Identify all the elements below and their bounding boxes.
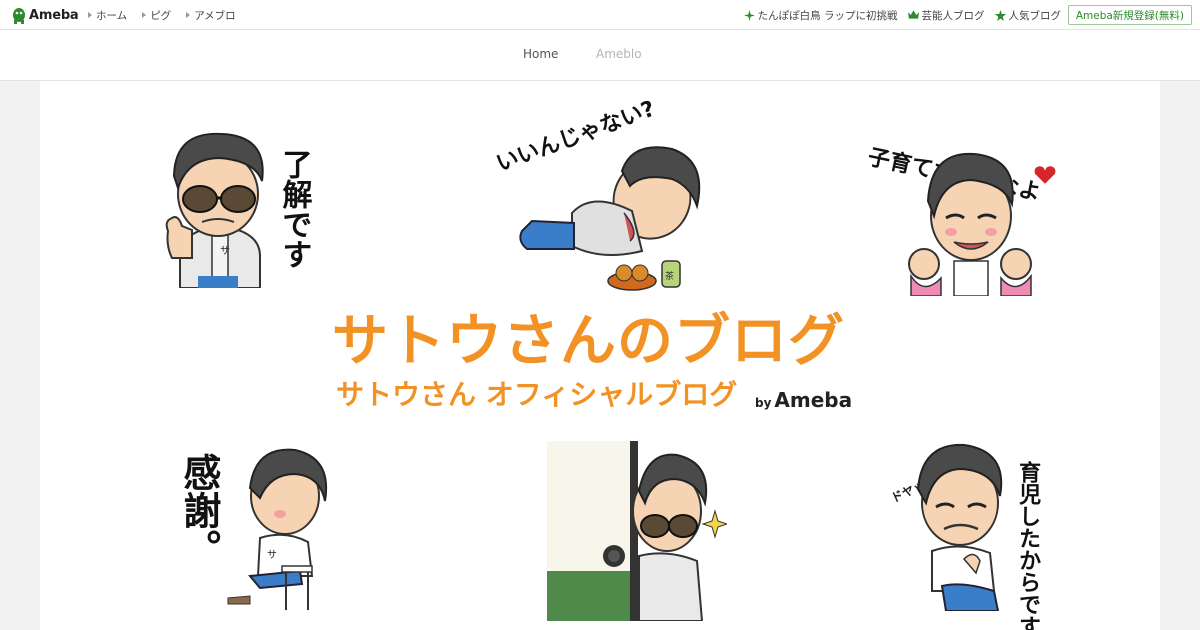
blog-subtitle: サトウさん オフィシャルブログ: [336, 378, 738, 411]
svg-text:サ: サ: [220, 245, 230, 257]
global-nav-left: ホーム ピグ アメブロ: [88, 0, 251, 30]
blog-nav-home-link[interactable]: Home: [523, 47, 558, 61]
sticker-door-peek-illustration: [547, 441, 727, 621]
sticker-thumbs-up-illustration: サ: [165, 132, 264, 288]
blog-nav-ameblo-link[interactable]: Ameblo: [596, 47, 642, 61]
heart-icon: [1034, 166, 1056, 184]
caret-right-icon: [186, 12, 191, 18]
nav-link-home[interactable]: ホーム: [88, 8, 127, 23]
ameba-logo-icon: [13, 8, 25, 24]
svg-text:茶: 茶: [665, 270, 674, 282]
nav-link-topic[interactable]: たんぽぽ白鳥 ラップに初挑戦: [743, 8, 898, 23]
sticker-kansha-text: 感謝。: [176, 453, 221, 567]
sparkle-icon: [743, 9, 755, 21]
nav-link-celebrity-blog[interactable]: 芸能人ブログ: [907, 8, 985, 23]
nav-link-pigg[interactable]: ピグ: [142, 8, 171, 23]
sticker-sitting-illustration: サ: [227, 448, 328, 610]
nav-link-ameblo[interactable]: アメブロ: [186, 8, 236, 23]
ameba-logo[interactable]: Ameba: [12, 5, 79, 25]
blog-title: サトウさんのブログ: [332, 309, 845, 374]
sticker-ryokai-text: 了解です: [276, 149, 312, 269]
logo-text: Ameba: [29, 7, 79, 23]
caret-right-icon: [88, 12, 92, 18]
by-label: by: [755, 396, 772, 410]
sticker-doya-illustration: [916, 443, 1003, 611]
star-icon: [994, 9, 1006, 21]
caret-right-icon: [142, 12, 147, 18]
ameba-brand-label: Ameba: [774, 388, 853, 412]
blog-header-image[interactable]: サ 了解です 茶 いいんじゃない? 子育てなめんなよ サトウさんのブログ サトウ…: [40, 81, 1160, 630]
global-nav-right: たんぽぽ白鳥 ラップに初挑戦 芸能人ブログ 人気ブログ: [734, 0, 1061, 30]
global-header: Ameba ホーム ピグ アメブロ たんぽぽ白鳥 ラップに初挑戦 芸能人ブログ …: [0, 0, 1200, 30]
nav-link-popular-blog[interactable]: 人気ブログ: [994, 8, 1061, 23]
blog-nav: Home Ameblo: [0, 30, 1200, 81]
sticker-babies-illustration: [908, 152, 1032, 296]
svg-text:サ: サ: [267, 549, 277, 561]
sticker-ikuji-text: 育児したからです: [1015, 461, 1041, 630]
by-ameba-mark: by Ameba: [755, 385, 852, 418]
sticker-lying-down-illustration: 茶: [519, 146, 701, 291]
crown-icon: [907, 10, 919, 19]
register-button[interactable]: Ameba新規登録(無料): [1067, 5, 1192, 25]
